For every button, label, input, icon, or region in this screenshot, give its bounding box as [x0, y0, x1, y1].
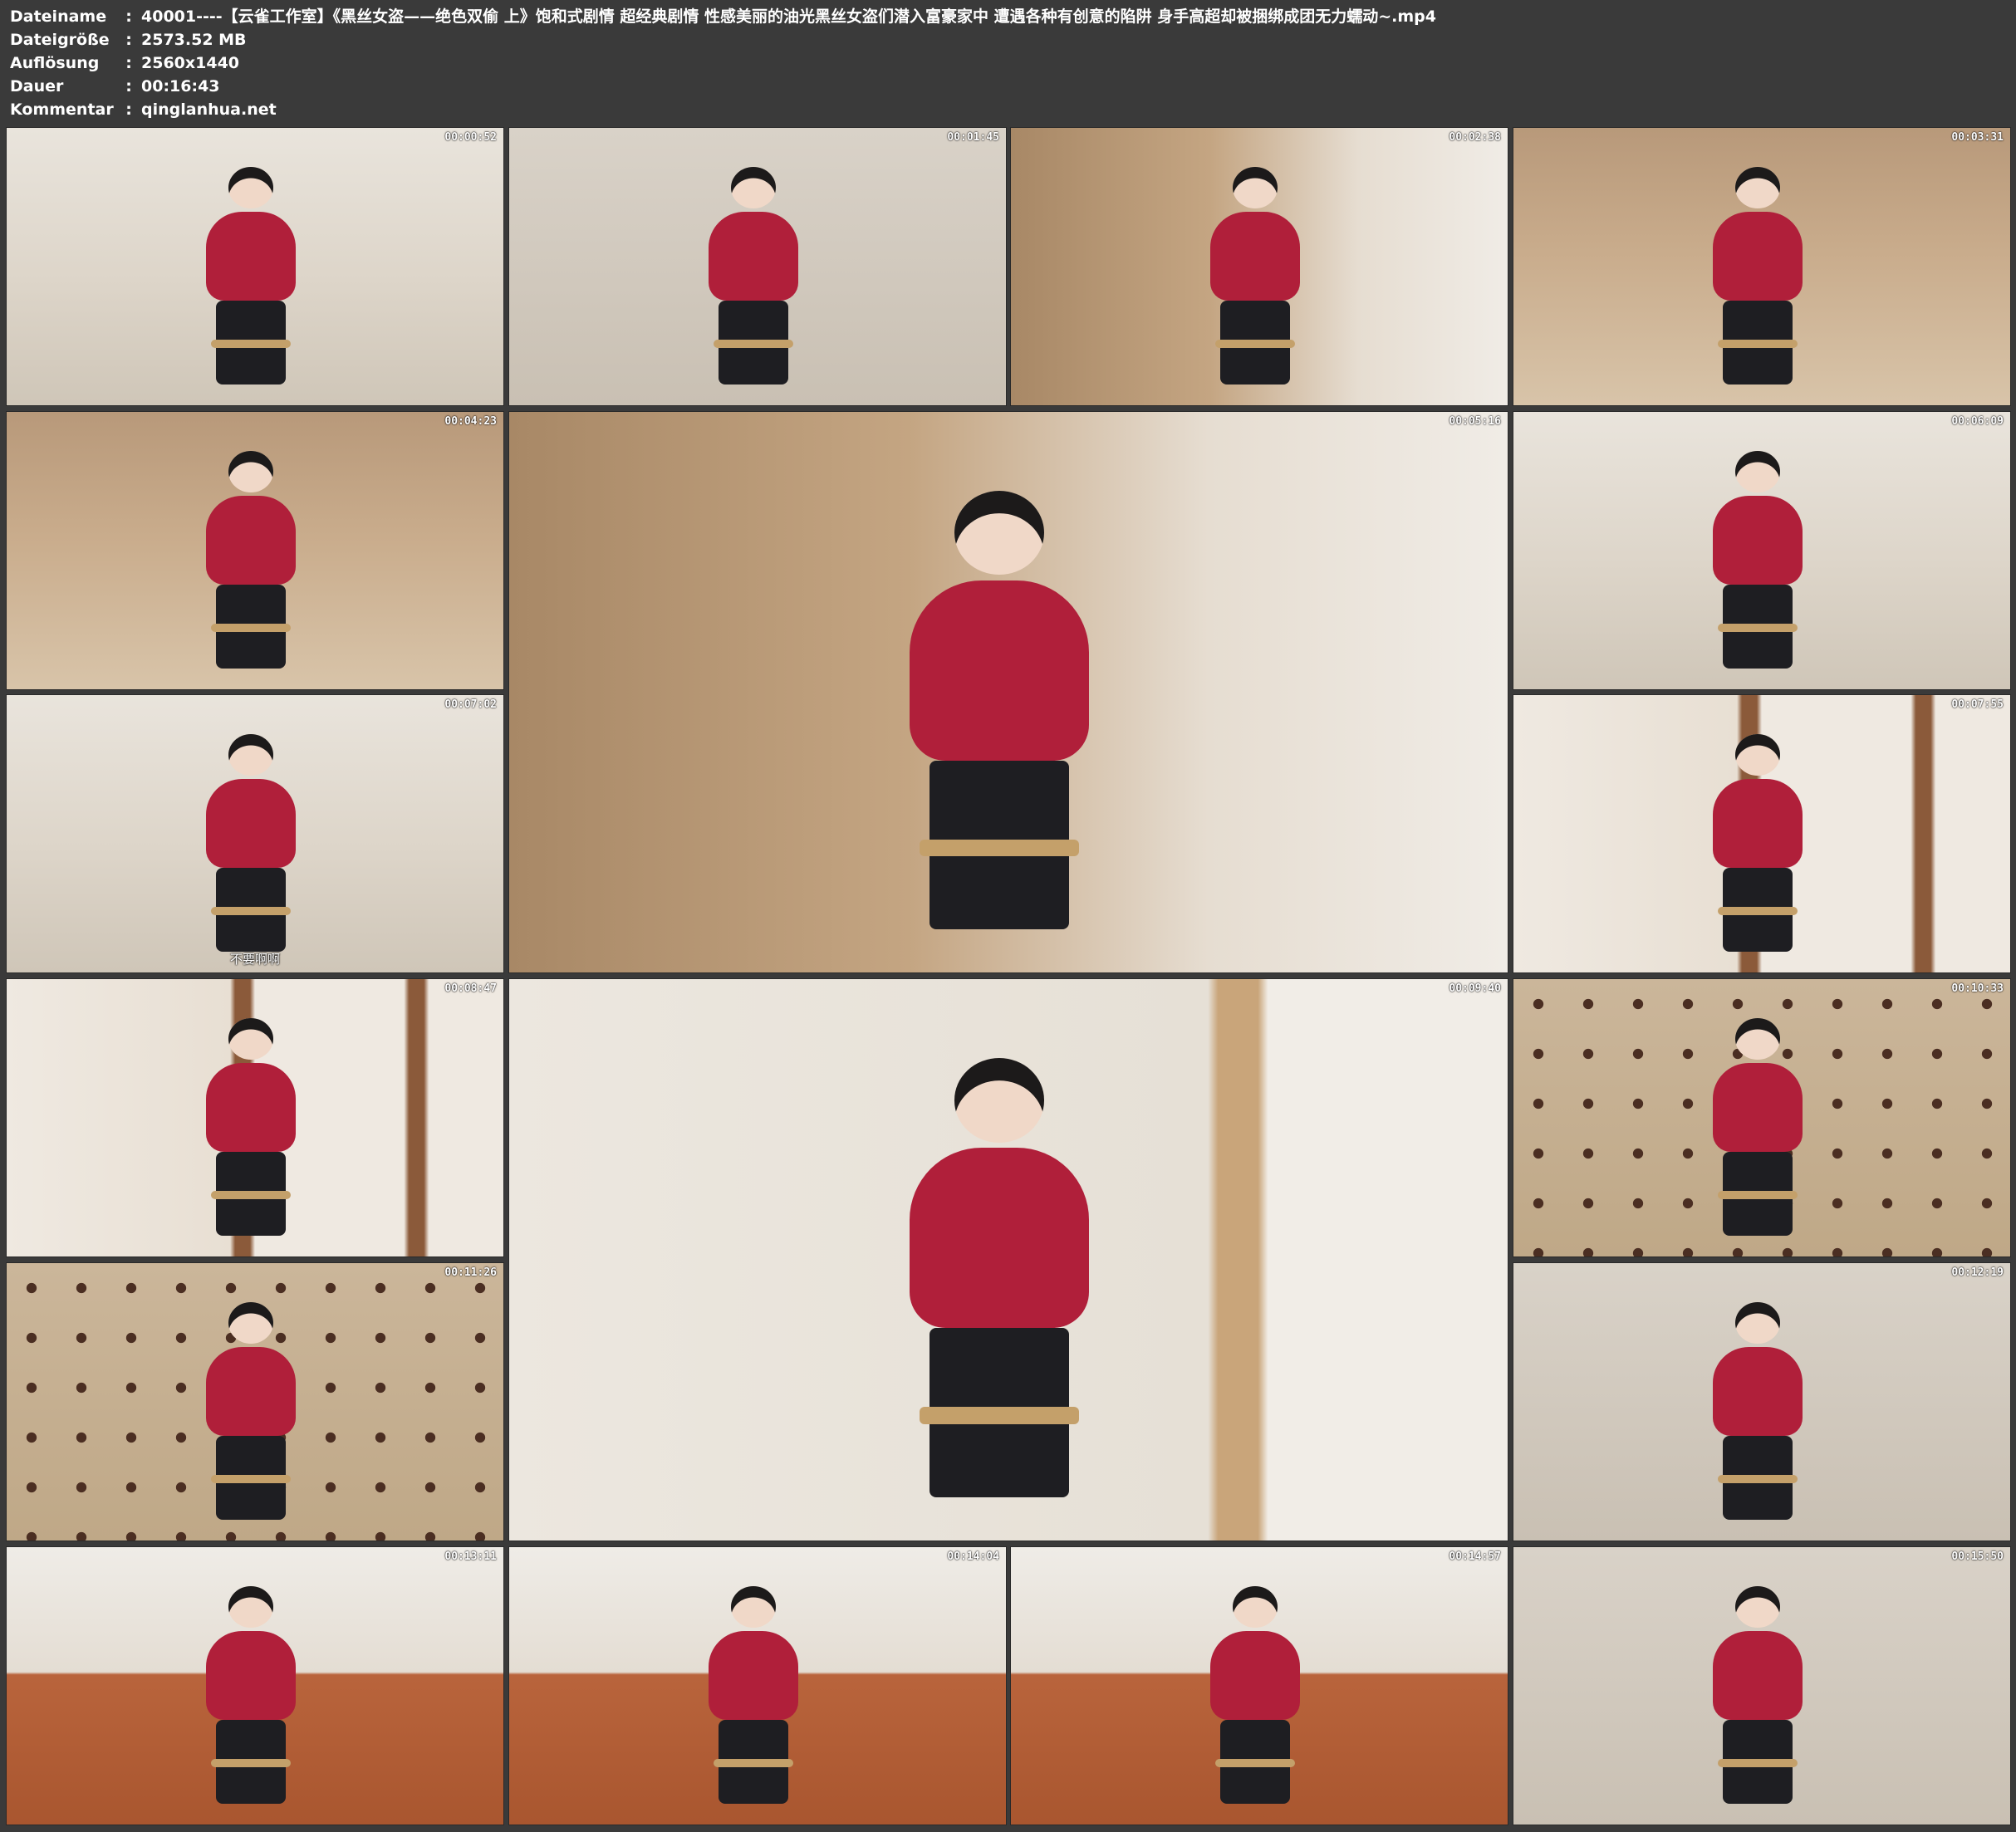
thumbnail-timestamp: 00:13:11 [444, 1550, 497, 1563]
rope-binding [714, 1759, 793, 1768]
rope-binding [211, 1475, 291, 1484]
rope-binding [211, 340, 291, 349]
thumbnail-timestamp: 00:10:33 [1951, 982, 2004, 995]
figure-bodysuit [1713, 1062, 1803, 1153]
figure-head [954, 490, 1045, 576]
figure-bodysuit [709, 1630, 798, 1721]
rope-binding [1215, 1759, 1295, 1768]
figure-head [228, 451, 273, 493]
rope-binding [211, 1759, 291, 1768]
video-thumbnail: 00:14:57 [1010, 1546, 1508, 1825]
figure-head [731, 1586, 776, 1629]
figure-bodysuit [1713, 778, 1803, 869]
rope-binding [1718, 1191, 1798, 1200]
figure-head [1233, 1586, 1278, 1629]
thumbnail-timestamp: 00:08:47 [444, 982, 497, 995]
figure-head [228, 1586, 273, 1629]
figure-head [1735, 167, 1780, 209]
figure-bodysuit [909, 1148, 1090, 1329]
figure-bodysuit [206, 1630, 296, 1721]
thumbnail-timestamp: 00:09:40 [1449, 982, 1501, 995]
video-thumbnail: 00:14:04 [508, 1546, 1007, 1825]
rope-binding [919, 1407, 1080, 1424]
thumbnail-timestamp: 00:11:26 [444, 1266, 497, 1279]
figure-head [228, 734, 273, 776]
figure-bodysuit [709, 211, 798, 301]
rope-binding [1215, 340, 1295, 349]
video-thumbnail: 00:00:52 [6, 127, 504, 406]
thumbnail-grid: 00:00:52 00:01:45 00:02:38 00:03:31 00:04:23… [0, 0, 2016, 1832]
rope-binding [919, 839, 1080, 856]
video-thumbnail: 00:12:19 [1513, 1262, 2011, 1541]
thumbnail-timestamp: 00:05:16 [1449, 415, 1501, 428]
video-thumbnail: 00:13:11 [6, 1546, 504, 1825]
figure-head [228, 1018, 273, 1061]
thumbnail-timestamp: 00:07:55 [1951, 698, 2004, 711]
thumbnail-timestamp: 00:02:38 [1449, 131, 1501, 144]
contact-sheet: Dateiname : 40001----【云雀工作室】《黑丝女盗——绝色双偷 … [0, 0, 2016, 1832]
figure-bodysuit [1210, 211, 1300, 301]
video-thumbnail: 00:05:16 [508, 411, 1508, 973]
rope-binding [211, 624, 291, 633]
rope-binding [211, 907, 291, 916]
video-thumbnail: 00:03:31 [1513, 127, 2011, 406]
figure-head [954, 1057, 1045, 1143]
thumbnail-timestamp: 00:03:31 [1951, 131, 2004, 144]
thumbnail-timestamp: 00:06:09 [1951, 415, 2004, 428]
figure-bodysuit [1713, 495, 1803, 585]
figure-head [228, 1302, 273, 1345]
thumbnail-timestamp: 00:00:52 [444, 131, 497, 144]
video-thumbnail: 00:06:09 [1513, 411, 2011, 690]
video-thumbnail: 00:01:45 [508, 127, 1007, 406]
thumbnail-timestamp: 00:14:57 [1449, 1550, 1501, 1563]
thumbnail-timestamp: 00:15:50 [1951, 1550, 2004, 1563]
thumbnail-subtitle: 不要啊啊 [229, 952, 280, 967]
rope-binding [1718, 1475, 1798, 1484]
figure-bodysuit [206, 495, 296, 585]
figure-bodysuit [1210, 1630, 1300, 1721]
video-thumbnail: 00:02:38 [1010, 127, 1508, 406]
figure-head [1735, 1302, 1780, 1345]
rope-binding [211, 1191, 291, 1200]
thumbnail-timestamp: 00:04:23 [444, 415, 497, 428]
video-thumbnail: 00:08:47 [6, 978, 504, 1257]
figure-head [731, 167, 776, 209]
thumbnail-timestamp: 00:07:02 [444, 698, 497, 711]
video-thumbnail: 00:07:55 [1513, 694, 2011, 973]
rope-binding [1718, 340, 1798, 349]
video-thumbnail: 00:09:40 [508, 978, 1508, 1541]
rope-binding [714, 340, 793, 349]
video-thumbnail: 00:15:50 [1513, 1546, 2011, 1825]
figure-bodysuit [1713, 1346, 1803, 1437]
rope-binding [1718, 624, 1798, 633]
video-thumbnail: 00:07:02 不要啊啊 [6, 694, 504, 973]
figure-head [1735, 1586, 1780, 1629]
figure-bodysuit [1713, 211, 1803, 301]
figure-head [1735, 1018, 1780, 1061]
thumbnail-timestamp: 00:12:19 [1951, 1266, 2004, 1279]
figure-head [1735, 451, 1780, 493]
rope-binding [1718, 1759, 1798, 1768]
figure-bodysuit [1713, 1630, 1803, 1721]
video-thumbnail: 00:10:33 [1513, 978, 2011, 1257]
video-thumbnail: 00:11:26 [6, 1262, 504, 1541]
video-thumbnail: 00:04:23 [6, 411, 504, 690]
figure-bodysuit [206, 778, 296, 869]
figure-head [1735, 734, 1780, 776]
figure-bodysuit [909, 580, 1090, 761]
figure-head [228, 167, 273, 209]
thumbnail-timestamp: 00:14:04 [947, 1550, 999, 1563]
thumbnail-timestamp: 00:01:45 [947, 131, 999, 144]
figure-bodysuit [206, 211, 296, 301]
figure-bodysuit [206, 1062, 296, 1153]
figure-head [1233, 167, 1278, 209]
figure-bodysuit [206, 1346, 296, 1437]
rope-binding [1718, 907, 1798, 916]
